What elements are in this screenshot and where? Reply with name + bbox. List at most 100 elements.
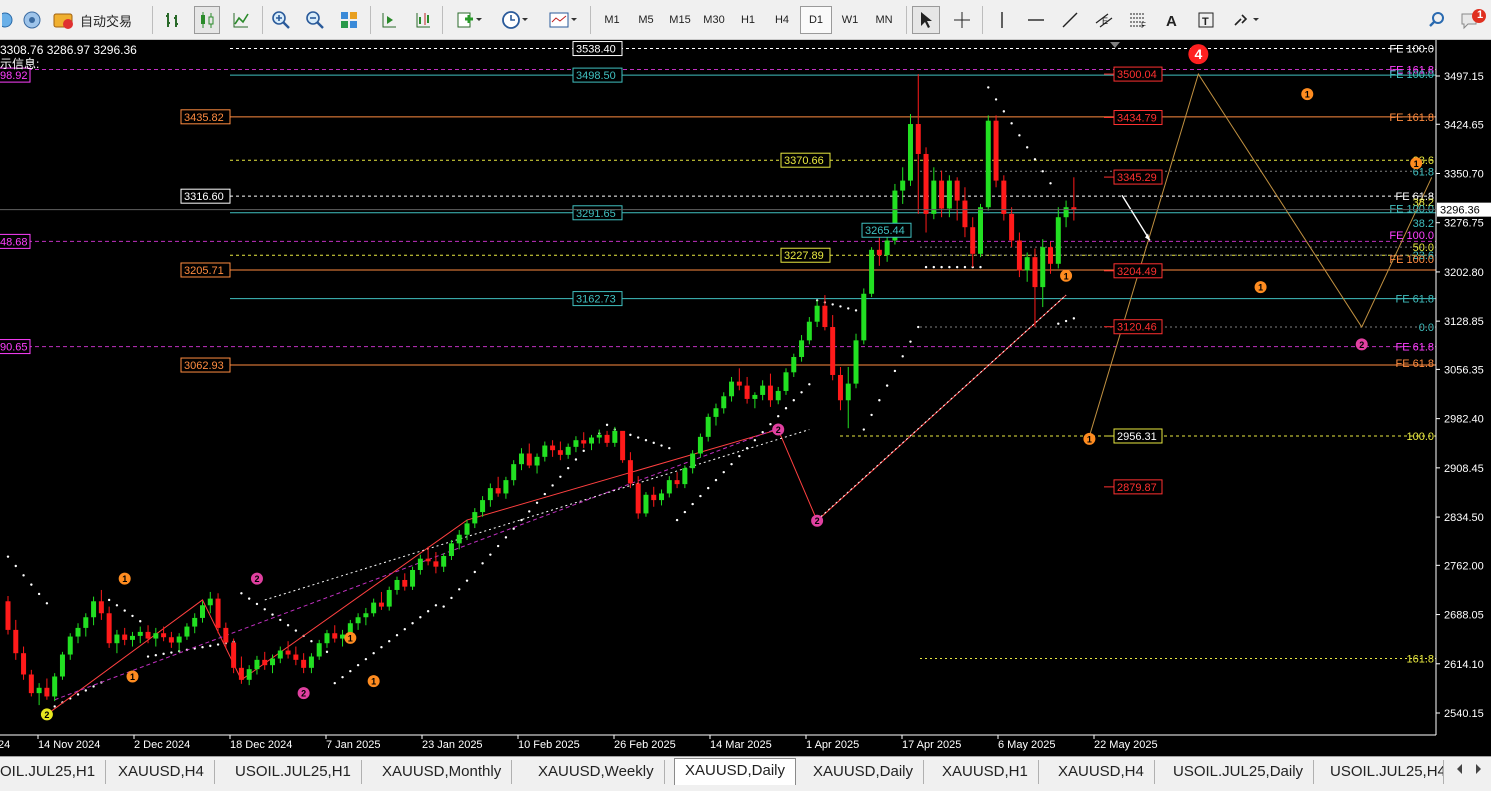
candle-body xyxy=(651,494,657,501)
fibonacci-icon: F xyxy=(1130,13,1146,29)
timeframe-m15-button[interactable]: M15 xyxy=(664,6,696,34)
current-price-label: 3296.36 xyxy=(1440,205,1480,217)
candle-body xyxy=(752,394,758,399)
sar-dot xyxy=(948,265,951,269)
auto-trading-button[interactable]: 自动交易 xyxy=(52,6,142,34)
price-tick-label: 2688.05 xyxy=(1444,610,1484,622)
candle-body xyxy=(137,631,143,636)
candle-body xyxy=(954,180,960,201)
chart-tab-active[interactable]: XAUUSD,Daily xyxy=(674,758,797,785)
sar-dot xyxy=(893,369,897,373)
candle-body xyxy=(425,558,431,562)
chart-tab[interactable]: USOIL.JUL25,H1 xyxy=(225,760,362,784)
chart-tab[interactable]: XAUUSD,Weekly xyxy=(528,760,665,784)
timeframe-d1-button[interactable]: D1 xyxy=(800,6,832,34)
crosshair-tool-button[interactable] xyxy=(948,6,976,34)
chart-shift-icon[interactable] xyxy=(410,6,436,34)
candle-body xyxy=(83,617,89,628)
fib-level-label: 100.0 xyxy=(1406,431,1434,443)
candle-body xyxy=(985,120,991,208)
timeframe-h1-button[interactable]: H1 xyxy=(732,6,764,34)
level-price-label: 3370.66 xyxy=(784,155,824,167)
candle-body xyxy=(129,635,135,640)
clock-icon xyxy=(502,11,520,29)
market-watch-icon[interactable] xyxy=(20,6,44,34)
chart-tab[interactable]: XAUUSD,Monthly xyxy=(372,760,513,784)
wave-count-label: 4 xyxy=(1194,46,1202,62)
notifications-button[interactable]: 1 xyxy=(1458,6,1488,34)
fibonacci-tool[interactable]: F xyxy=(1124,6,1152,34)
sar-dot xyxy=(520,518,523,522)
equidistant-channel-tool[interactable]: E xyxy=(1090,6,1118,34)
chart-tab[interactable]: USOIL.JUL25,H4 xyxy=(1320,760,1444,784)
candle-body xyxy=(1016,240,1022,271)
sar-dot xyxy=(854,309,858,312)
trendline-tool[interactable] xyxy=(1056,6,1084,34)
bar-chart-icon[interactable] xyxy=(160,6,186,34)
candle-body xyxy=(993,120,999,181)
sar-dot xyxy=(92,685,95,688)
sar-dot xyxy=(341,675,344,679)
sar-dot xyxy=(419,616,422,619)
candlestick-chart-icon[interactable] xyxy=(194,6,220,34)
candle-body xyxy=(161,633,167,638)
sar-dot xyxy=(753,438,757,442)
timeframe-m5-button[interactable]: M5 xyxy=(630,6,662,34)
price-tick-label: 2762.00 xyxy=(1444,560,1484,572)
candle-body xyxy=(200,605,205,618)
timeframe-h4-button[interactable]: H4 xyxy=(766,6,798,34)
wave-count-label: 1 xyxy=(1414,159,1419,169)
sar-dot xyxy=(263,608,266,611)
horizontal-line-tool[interactable] xyxy=(1022,6,1050,34)
auto-scroll-icon[interactable] xyxy=(376,6,402,34)
text-label-tool[interactable]: T xyxy=(1192,6,1220,34)
price-chart[interactable]: 3538.40 3498.50 3435.82 3370.66 3316.60 3291.… xyxy=(0,40,1491,756)
price-tick-label: 3424.65 xyxy=(1444,119,1484,131)
chart-tab[interactable]: USOIL.JUL25,Daily xyxy=(1163,760,1315,784)
tab-scroll-right-icon[interactable] xyxy=(1474,762,1484,781)
templates-dropdown[interactable] xyxy=(542,6,584,34)
tab-scroll-left-icon[interactable] xyxy=(1454,762,1464,781)
sar-dot xyxy=(994,98,998,101)
ohlc-readout: 3308.76 3286.97 3296.36 xyxy=(0,43,137,57)
sar-dot xyxy=(839,305,842,308)
periods-dropdown[interactable] xyxy=(496,6,534,34)
tool-icon-clipped[interactable] xyxy=(0,6,18,34)
zoom-in-icon[interactable] xyxy=(268,6,294,34)
cursor-tool-button[interactable] xyxy=(912,6,940,34)
sar-dot xyxy=(356,663,360,667)
candle-body xyxy=(301,659,307,668)
indicators-dropdown[interactable] xyxy=(450,6,488,34)
line-chart-icon[interactable] xyxy=(228,6,254,34)
candle-body xyxy=(907,124,913,181)
candle-body xyxy=(744,385,750,399)
sar-dot xyxy=(738,454,741,458)
chevron-down-icon xyxy=(522,18,528,21)
chart-tab[interactable]: XAUUSD,H4 xyxy=(1048,760,1155,784)
chart-tab[interactable]: OIL.JUL25,H1 xyxy=(0,760,107,784)
templates-icon xyxy=(549,12,569,28)
search-button[interactable] xyxy=(1424,6,1450,34)
fib-level-label: FE 61.8 xyxy=(1395,294,1434,306)
chart-tab[interactable]: XAUUSD,Daily xyxy=(803,760,925,784)
timeframe-w1-button[interactable]: W1 xyxy=(834,6,866,34)
sar-dot xyxy=(30,583,33,586)
candle-body xyxy=(666,480,672,494)
clipped-price-label: 98.92 xyxy=(0,70,28,82)
time-tick-label: 18 Dec 2024 xyxy=(230,739,292,751)
timeframe-m30-button[interactable]: M30 xyxy=(698,6,730,34)
timeframe-m1-button[interactable]: M1 xyxy=(596,6,628,34)
text-tool[interactable]: A xyxy=(1158,6,1186,34)
arrows-dropdown[interactable] xyxy=(1226,6,1266,34)
candle-body xyxy=(52,676,58,697)
time-tick-label: 26 Feb 2025 xyxy=(614,739,676,751)
chart-tab[interactable]: XAUUSD,H1 xyxy=(932,760,1039,784)
text-icon: A xyxy=(1166,13,1177,29)
chart-tab[interactable]: XAUUSD,H4 xyxy=(108,760,215,784)
zoom-out-icon[interactable] xyxy=(302,6,328,34)
tile-windows-icon[interactable] xyxy=(336,6,362,34)
candle-body xyxy=(822,305,828,328)
candle-body xyxy=(845,383,851,401)
vertical-line-tool[interactable] xyxy=(988,6,1016,34)
timeframe-mn-button[interactable]: MN xyxy=(868,6,900,34)
